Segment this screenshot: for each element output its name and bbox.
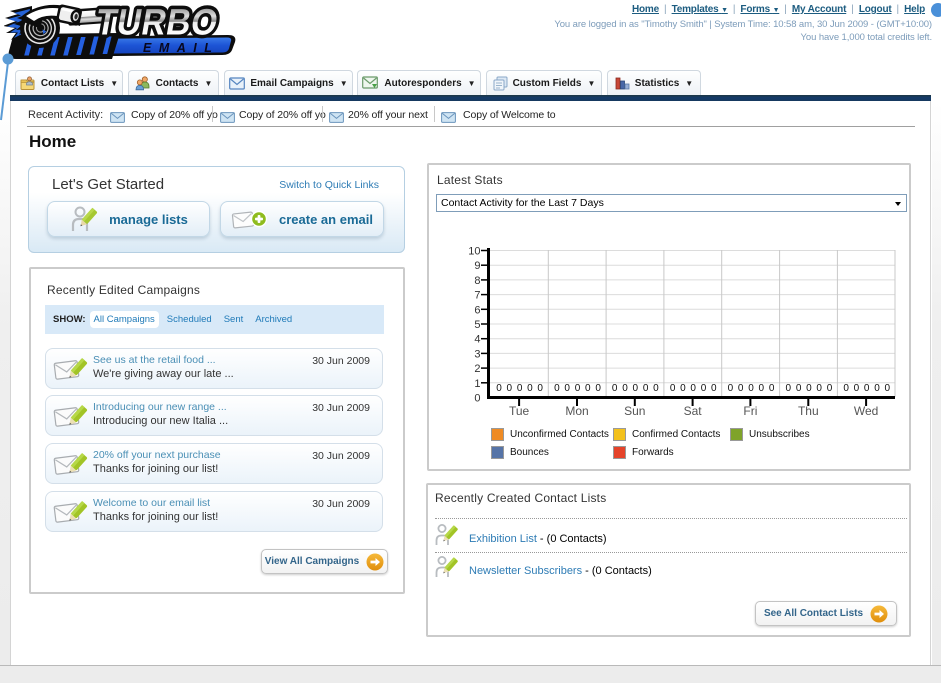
svg-text:0: 0 [796, 383, 802, 394]
svg-text:0: 0 [537, 383, 543, 394]
svg-text:6: 6 [474, 304, 480, 316]
svg-text:0: 0 [701, 383, 707, 394]
svg-text:0: 0 [690, 383, 696, 394]
svg-text:0: 0 [595, 383, 601, 394]
svg-text:0: 0 [633, 383, 639, 394]
svg-text:Thu: Thu [798, 404, 819, 418]
svg-text:0: 0 [728, 383, 734, 394]
svg-text:0: 0 [680, 383, 686, 394]
svg-text:0: 0 [554, 383, 560, 394]
svg-text:0: 0 [517, 383, 523, 394]
svg-text:5: 5 [474, 319, 480, 331]
svg-text:0: 0 [670, 383, 676, 394]
svg-text:4: 4 [474, 334, 480, 346]
svg-text:7: 7 [474, 290, 480, 302]
svg-text:0: 0 [653, 383, 659, 394]
svg-text:0: 0 [827, 383, 833, 394]
svg-text:0: 0 [612, 383, 618, 394]
svg-text:9: 9 [474, 260, 480, 272]
svg-text:1: 1 [474, 378, 480, 390]
svg-text:0: 0 [843, 383, 849, 394]
svg-text:0: 0 [643, 383, 649, 394]
svg-text:Wed: Wed [854, 404, 878, 418]
svg-text:8: 8 [474, 275, 480, 287]
svg-text:0: 0 [806, 383, 812, 394]
svg-text:0: 0 [738, 383, 744, 394]
svg-text:0: 0 [507, 383, 513, 394]
svg-text:0: 0 [575, 383, 581, 394]
svg-text:0: 0 [854, 383, 860, 394]
svg-text:0: 0 [769, 383, 775, 394]
svg-text:0: 0 [748, 383, 754, 394]
svg-text:EMAIL: EMAIL [143, 41, 219, 55]
svg-text:10: 10 [468, 246, 480, 258]
svg-text:0: 0 [759, 383, 765, 394]
svg-text:0: 0 [711, 383, 717, 394]
svg-text:Fri: Fri [743, 404, 757, 418]
svg-text:2: 2 [474, 363, 480, 375]
svg-text:Sun: Sun [624, 404, 645, 418]
svg-text:0: 0 [874, 383, 880, 394]
svg-text:3: 3 [474, 348, 480, 360]
svg-text:0: 0 [622, 383, 628, 394]
svg-text:0: 0 [864, 383, 870, 394]
svg-text:Tue: Tue [509, 404, 530, 418]
svg-text:0: 0 [816, 383, 822, 394]
svg-text:Sat: Sat [684, 404, 703, 418]
svg-text:0: 0 [527, 383, 533, 394]
svg-text:0: 0 [786, 383, 792, 394]
svg-text:0: 0 [564, 383, 570, 394]
svg-text:0: 0 [474, 393, 480, 405]
svg-text:Mon: Mon [565, 404, 588, 418]
svg-text:0: 0 [885, 383, 891, 394]
svg-text:0: 0 [496, 383, 502, 394]
svg-text:0: 0 [585, 383, 591, 394]
